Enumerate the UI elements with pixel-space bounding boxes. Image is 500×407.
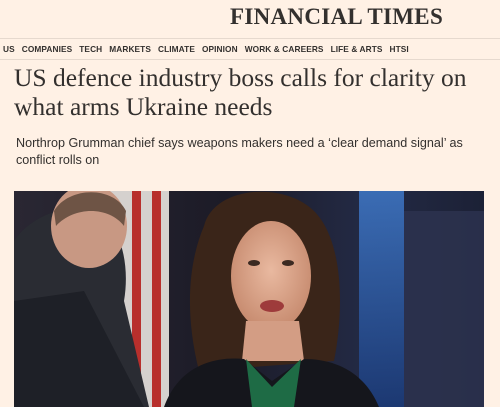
nav-item-work-careers[interactable]: WORK & CAREERS bbox=[245, 44, 324, 54]
nav-item-life-arts[interactable]: LIFE & ARTS bbox=[331, 44, 383, 54]
nav-item-opinion[interactable]: OPINION bbox=[202, 44, 238, 54]
nav-item-us[interactable]: US bbox=[3, 44, 15, 54]
nav-item-tech[interactable]: TECH bbox=[79, 44, 102, 54]
article-headline: US defence industry boss calls for clari… bbox=[14, 63, 467, 121]
nav-item-climate[interactable]: CLIMATE bbox=[158, 44, 195, 54]
article-page: FINANCIAL TIMES US COMPANIES TECH MARKET… bbox=[0, 0, 500, 407]
section-nav: US COMPANIES TECH MARKETS CLIMATE OPINIO… bbox=[0, 38, 500, 60]
nav-item-markets[interactable]: MARKETS bbox=[109, 44, 151, 54]
nav-item-companies[interactable]: COMPANIES bbox=[22, 44, 73, 54]
masthead-logo[interactable]: FINANCIAL TIMES bbox=[230, 4, 443, 30]
nav-item-htsi[interactable]: HTSI bbox=[390, 44, 409, 54]
article-photo bbox=[14, 191, 484, 407]
article-standfirst: Northrop Grumman chief says weapons make… bbox=[16, 136, 463, 167]
masthead: FINANCIAL TIMES bbox=[0, 0, 500, 38]
